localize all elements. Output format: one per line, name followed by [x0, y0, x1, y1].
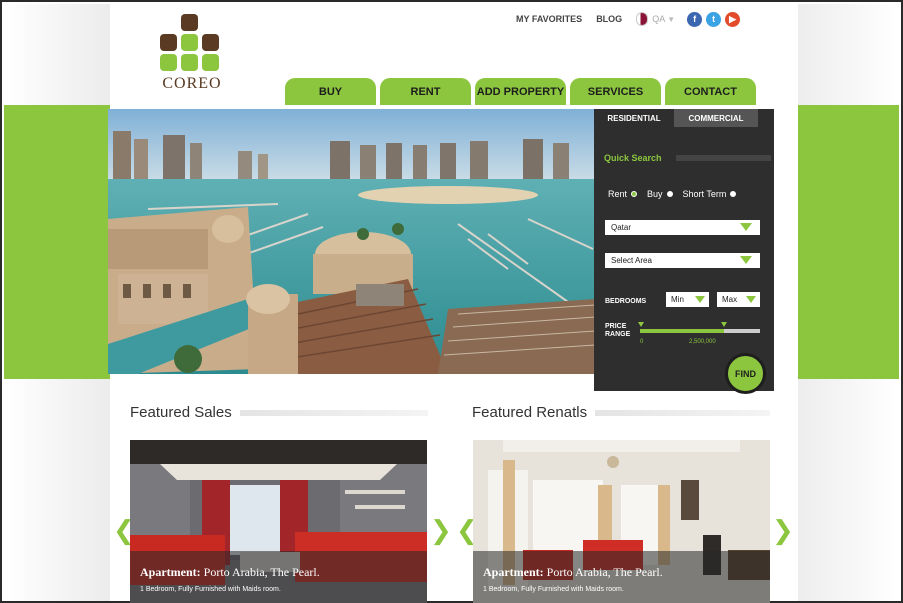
- country-select[interactable]: Qatar: [605, 220, 760, 235]
- area-value: Select Area: [611, 256, 652, 265]
- slider-max-handle[interactable]: [721, 322, 727, 327]
- tab-buy[interactable]: BUY: [285, 78, 376, 105]
- listing-type-radios: Rent Buy Short Term: [608, 189, 746, 199]
- short-term-label: Short Term: [682, 189, 727, 199]
- bedrooms-min-select[interactable]: Min: [666, 292, 709, 307]
- card-caption: Apartment: Porto Arabia, The Pearl. 1 Be…: [130, 551, 427, 603]
- featured-rental-card[interactable]: Apartment: Porto Arabia, The Pearl. 1 Be…: [473, 440, 770, 603]
- chevron-down-icon[interactable]: [746, 296, 756, 303]
- tab-add-property[interactable]: ADD PROPERTY: [475, 78, 566, 105]
- bedrooms-label: BEDROOMS: [605, 298, 647, 305]
- find-button[interactable]: FIND: [725, 353, 766, 394]
- search-tabs: RESIDENTIAL COMMERCIAL: [594, 109, 758, 127]
- blog-link[interactable]: BLOG: [596, 14, 622, 24]
- quick-search-title: Quick Search: [604, 153, 662, 163]
- buy-label: Buy: [647, 189, 663, 199]
- featured-sale-card[interactable]: Apartment: Porto Arabia, The Pearl. 1 Be…: [130, 440, 427, 603]
- qatar-flag-icon[interactable]: [636, 12, 649, 26]
- slider-fill: [640, 329, 724, 333]
- property-type: Apartment:: [140, 565, 201, 579]
- chevron-down-icon[interactable]: [740, 256, 752, 264]
- chevron-down-icon[interactable]: [695, 296, 705, 303]
- card-title: Apartment: Porto Arabia, The Pearl.: [140, 565, 417, 580]
- price-range-slider[interactable]: [638, 322, 760, 333]
- property-description: 1 Bedroom, Fully Furnished with Maids ro…: [483, 586, 624, 593]
- radio-icon[interactable]: [666, 191, 673, 197]
- country-value: Qatar: [611, 223, 632, 232]
- brand-name: COREO: [162, 75, 222, 92]
- card-title: Apartment: Porto Arabia, The Pearl.: [483, 565, 760, 580]
- my-favorites-link[interactable]: MY FAVORITES: [516, 14, 582, 24]
- divider: [240, 410, 428, 416]
- property-type: Apartment:: [483, 565, 544, 579]
- divider: [595, 410, 770, 416]
- property-description: 1 Bedroom, Fully Furnished with Maids ro…: [140, 586, 281, 593]
- property-location: Porto Arabia, The Pearl.: [203, 565, 320, 579]
- youtube-icon[interactable]: ▶: [725, 11, 741, 27]
- tab-residential[interactable]: RESIDENTIAL: [594, 109, 674, 127]
- bed-min-value: Min: [671, 295, 684, 304]
- main-nav: BUY RENT ADD PROPERTY SERVICES CONTACT: [285, 78, 756, 105]
- hero-image: [108, 109, 595, 374]
- bedrooms-max-select[interactable]: Max: [717, 292, 760, 307]
- top-links: MY FAVORITES BLOG QA ▼ f t ▶: [516, 11, 744, 27]
- tab-contact[interactable]: CONTACT: [665, 78, 756, 105]
- price-range-label: PRICE RANGE: [605, 323, 630, 339]
- price-label-line2: RANGE: [605, 331, 631, 338]
- radio-icon[interactable]: [730, 191, 737, 197]
- bed-max-value: Max: [722, 295, 738, 304]
- tab-commercial[interactable]: COMMERCIAL: [674, 109, 758, 127]
- tab-services[interactable]: SERVICES: [570, 78, 661, 105]
- quick-search-panel: RESIDENTIAL COMMERCIAL Quick Search Rent…: [594, 109, 774, 394]
- area-select[interactable]: Select Area: [605, 253, 760, 268]
- tab-rent[interactable]: RENT: [380, 78, 471, 105]
- rent-label: Rent: [608, 189, 628, 199]
- featured-rentals-title: Featured Renatls: [472, 404, 588, 421]
- rent-radio[interactable]: Rent: [608, 189, 638, 199]
- card-caption: Apartment: Porto Arabia, The Pearl. 1 Be…: [473, 551, 770, 603]
- property-location: Porto Arabia, The Pearl.: [546, 565, 663, 579]
- divider: [676, 155, 771, 161]
- buy-radio[interactable]: Buy: [647, 189, 673, 199]
- chevron-right-icon[interactable]: ❯: [430, 518, 452, 544]
- price-max-value: 2,500,000: [689, 339, 716, 345]
- price-min-value: 0: [640, 339, 644, 345]
- chevron-down-icon[interactable]: [740, 223, 752, 231]
- chevron-right-icon[interactable]: ❯: [772, 518, 794, 544]
- facebook-icon[interactable]: f: [687, 11, 703, 27]
- featured-sales-title: Featured Sales: [130, 404, 232, 421]
- language-select[interactable]: QA: [652, 14, 665, 24]
- slider-min-handle[interactable]: [638, 322, 644, 327]
- short-term-radio[interactable]: Short Term: [683, 189, 737, 199]
- radio-selected-icon[interactable]: [631, 191, 638, 197]
- price-label-line1: PRICE: [605, 323, 627, 330]
- twitter-icon[interactable]: t: [706, 11, 722, 27]
- chevron-down-icon[interactable]: ▼: [667, 15, 675, 24]
